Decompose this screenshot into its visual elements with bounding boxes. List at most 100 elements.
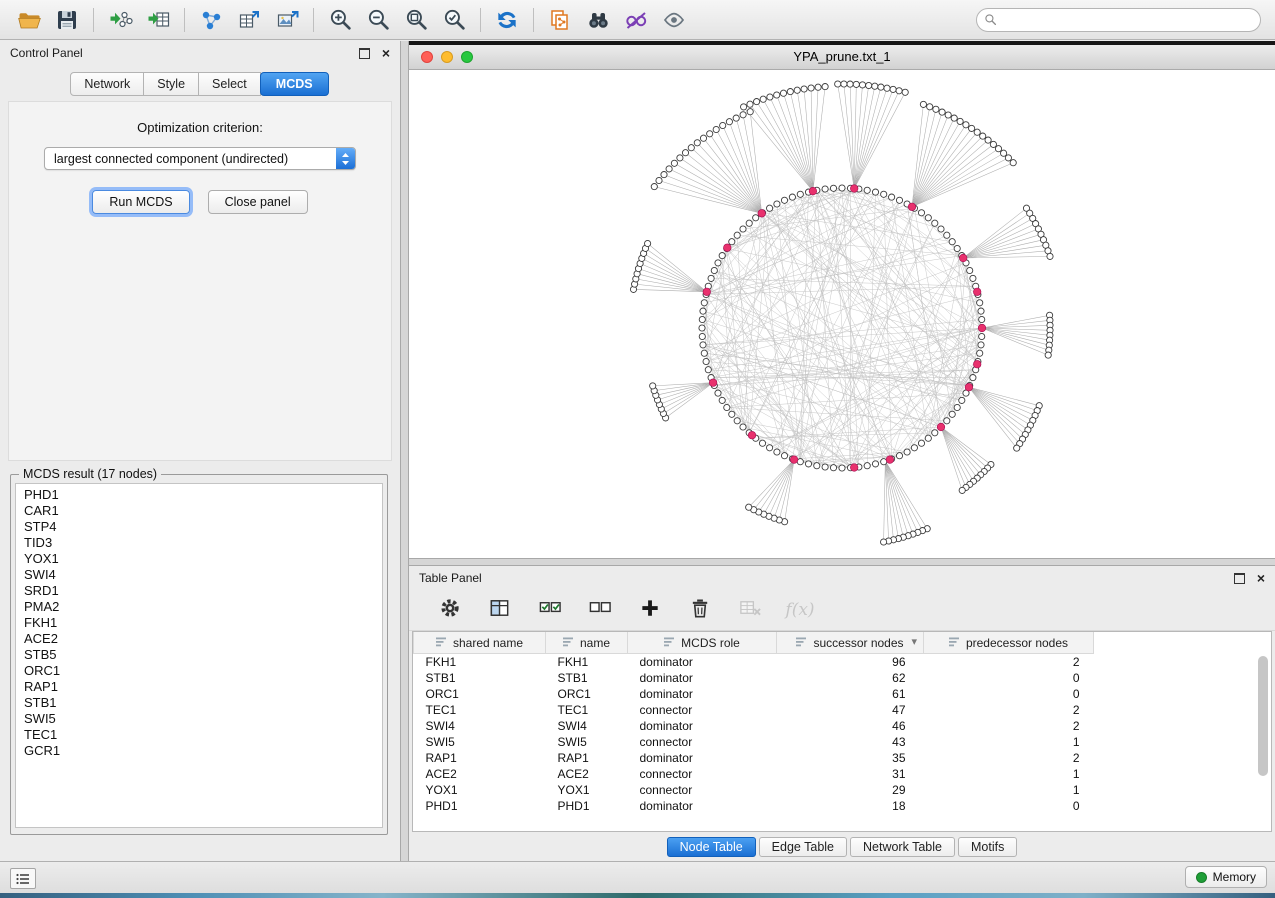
column-header-predecessor-nodes[interactable]: predecessor nodes — [924, 632, 1094, 654]
deselect-all-button[interactable] — [587, 597, 613, 623]
table-row[interactable]: RAP1RAP1dominator352 — [414, 750, 1094, 766]
new-network-button[interactable] — [193, 4, 229, 36]
cell-predecessor-nodes: 2 — [924, 654, 1094, 671]
settings-gear-button[interactable] — [437, 597, 463, 623]
run-mcds-button[interactable]: Run MCDS — [92, 190, 189, 214]
select-all-button[interactable] — [537, 597, 563, 623]
control-panel: Control Panel × NetworkStyleSelectMCDS O… — [0, 41, 400, 862]
show-all-button[interactable] — [656, 4, 692, 36]
settings-gear-icon — [439, 597, 462, 623]
zoom-fit-button[interactable] — [398, 4, 434, 36]
tab-node-table[interactable]: Node Table — [667, 837, 756, 857]
close-panel-icon[interactable]: × — [382, 46, 390, 60]
import-table-button[interactable] — [140, 4, 176, 36]
mcds-result-item[interactable]: RAP1 — [24, 679, 382, 695]
table-row[interactable]: STB1STB1dominator620 — [414, 670, 1094, 686]
tab-network[interactable]: Network — [70, 72, 144, 96]
mcds-result-item[interactable]: SWI5 — [24, 711, 382, 727]
float-panel-icon[interactable] — [359, 48, 370, 59]
add-entry-button[interactable] — [637, 597, 663, 623]
table-row[interactable]: PHD1PHD1dominator180 — [414, 798, 1094, 814]
cell-predecessor-nodes: 0 — [924, 798, 1094, 814]
tab-motifs[interactable]: Motifs — [958, 837, 1017, 857]
mcds-result-item[interactable]: FKH1 — [24, 615, 382, 631]
memory-button[interactable]: Memory — [1185, 866, 1267, 888]
mcds-result-item[interactable]: CAR1 — [24, 503, 382, 519]
table-row[interactable]: YOX1YOX1connector291 — [414, 782, 1094, 798]
close-table-panel-icon[interactable]: × — [1257, 571, 1265, 585]
mcds-result-item[interactable]: TEC1 — [24, 727, 382, 743]
column-header-successor-nodes[interactable]: successor nodes▾ — [777, 632, 924, 654]
cell-successor-nodes: 47 — [777, 702, 924, 718]
table-row[interactable]: ORC1ORC1dominator610 — [414, 686, 1094, 702]
cell-predecessor-nodes: 2 — [924, 702, 1094, 718]
tab-edge-table[interactable]: Edge Table — [759, 837, 847, 857]
table-row[interactable]: TEC1TEC1connector472 — [414, 702, 1094, 718]
mcds-result-item[interactable]: ORC1 — [24, 663, 382, 679]
refresh-layout-button[interactable] — [489, 4, 525, 36]
hide-unselected-button[interactable] — [618, 4, 654, 36]
mcds-result-item[interactable]: PHD1 — [24, 487, 382, 503]
cell-shared-name: STB1 — [414, 670, 546, 686]
save-session-button[interactable] — [49, 4, 85, 36]
network-canvas[interactable] — [409, 69, 1275, 558]
tab-mcds[interactable]: MCDS — [260, 72, 329, 96]
search-icon — [984, 13, 997, 31]
tab-network-table[interactable]: Network Table — [850, 837, 955, 857]
mcds-result-item[interactable]: ACE2 — [24, 631, 382, 647]
optimization-label: Optimization criterion: — [9, 120, 391, 135]
cell-name: RAP1 — [546, 750, 628, 766]
export-table-button[interactable] — [231, 4, 267, 36]
table-panel-header: Table Panel × — [409, 566, 1275, 590]
import-network-button[interactable] — [102, 4, 138, 36]
optimization-dropdown-value: largest connected component (undirected) — [45, 152, 336, 166]
table-scrollbar-thumb[interactable] — [1258, 656, 1268, 776]
float-table-panel-icon[interactable] — [1234, 573, 1245, 584]
table-row[interactable]: ACE2ACE2connector311 — [414, 766, 1094, 782]
zoom-out-button[interactable] — [360, 4, 396, 36]
mcds-result-item[interactable]: STP4 — [24, 519, 382, 535]
duplicate-network-button[interactable] — [542, 4, 578, 36]
column-menu-icon — [796, 636, 807, 650]
horizontal-splitter[interactable] — [409, 558, 1275, 566]
mcds-result-list[interactable]: PHD1CAR1STP4TID3YOX1SWI4SRD1PMA2FKH1ACE2… — [15, 483, 383, 828]
close-panel-button[interactable]: Close panel — [208, 190, 308, 214]
export-image-icon — [274, 8, 301, 32]
mcds-result-box: MCDS result (17 nodes) PHD1CAR1STP4TID3Y… — [10, 467, 388, 835]
mcds-result-item[interactable]: PMA2 — [24, 599, 382, 615]
import-table-icon — [145, 8, 172, 32]
cell-mcds-role: dominator — [628, 686, 777, 702]
zoom-out-icon — [366, 7, 391, 32]
table-row[interactable]: SWI5SWI5connector431 — [414, 734, 1094, 750]
column-header-shared-name[interactable]: shared name — [414, 632, 546, 654]
status-bar: Memory — [0, 861, 1275, 893]
export-image-button[interactable] — [269, 4, 305, 36]
mcds-result-item[interactable]: STB5 — [24, 647, 382, 663]
cell-shared-name: SWI5 — [414, 734, 546, 750]
table-row[interactable]: FKH1FKH1dominator962 — [414, 654, 1094, 671]
deselect-all-icon — [587, 597, 613, 623]
mcds-result-item[interactable]: SWI4 — [24, 567, 382, 583]
mcds-result-item[interactable]: GCR1 — [24, 743, 382, 759]
delete-table-icon — [737, 597, 763, 623]
column-header-mcds-role[interactable]: MCDS role — [628, 632, 777, 654]
delete-entry-button[interactable] — [687, 597, 713, 623]
optimization-dropdown[interactable]: largest connected component (undirected) — [44, 147, 356, 170]
column-header-name[interactable]: name — [546, 632, 628, 654]
mcds-result-item[interactable]: STB1 — [24, 695, 382, 711]
tab-select[interactable]: Select — [198, 72, 261, 96]
search-input[interactable] — [976, 8, 1261, 32]
mcds-result-item[interactable]: YOX1 — [24, 551, 382, 567]
mcds-result-item[interactable]: SRD1 — [24, 583, 382, 599]
find-button[interactable] — [580, 4, 616, 36]
column-organizer-button[interactable] — [487, 597, 513, 623]
zoom-selected-button[interactable] — [436, 4, 472, 36]
status-menu-button[interactable] — [10, 868, 36, 889]
mcds-result-item[interactable]: TID3 — [24, 535, 382, 551]
vertical-splitter[interactable] — [400, 41, 409, 862]
zoom-in-button[interactable] — [322, 4, 358, 36]
open-file-button[interactable] — [11, 4, 47, 36]
table-row[interactable]: SWI4SWI4dominator462 — [414, 718, 1094, 734]
tab-style[interactable]: Style — [143, 72, 199, 96]
network-graph[interactable] — [409, 69, 1275, 558]
